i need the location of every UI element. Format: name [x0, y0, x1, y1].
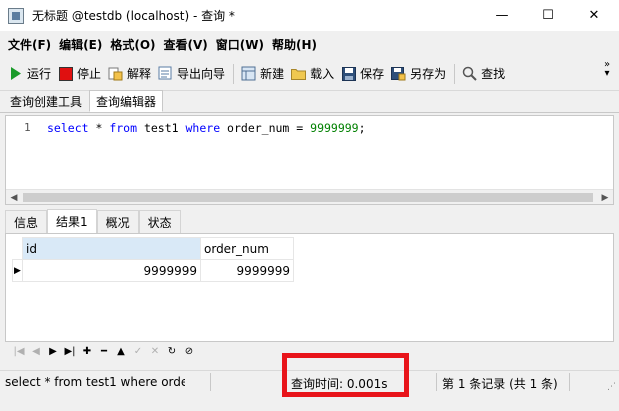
menu-file[interactable]: 文件(F): [4, 36, 55, 53]
find-label: 查找: [481, 67, 506, 81]
tab-query-builder[interactable]: 查询创建工具: [3, 91, 89, 112]
last-record-icon[interactable]: ▶|: [62, 343, 78, 359]
sql-code[interactable]: select * from test1 where order_num = 99…: [47, 121, 366, 135]
result-grid: id order_num ▶ 9999999 9999999: [5, 234, 614, 342]
window-title: 无标题 @testdb (localhost) - 查询 *: [32, 9, 235, 23]
save-as-label: 另存为: [410, 67, 447, 81]
run-button[interactable]: 运行: [5, 62, 54, 86]
resize-grip-icon[interactable]: ⋰: [607, 382, 616, 392]
maximize-button[interactable]: ☐: [525, 0, 571, 31]
save-button[interactable]: 保存: [338, 62, 387, 86]
export-icon: [158, 66, 173, 81]
stop-label: 停止: [77, 67, 102, 81]
toolbar: 运行 停止 解释 导出向导 新建 载入 保存 另存为 查找: [0, 57, 619, 91]
play-icon: [8, 66, 23, 81]
add-record-icon[interactable]: ✚: [79, 343, 95, 359]
sql-text: *: [88, 121, 110, 135]
column-header-id[interactable]: id: [22, 237, 201, 260]
next-record-icon[interactable]: ▶: [45, 343, 61, 359]
first-record-icon[interactable]: |◀: [11, 343, 27, 359]
menu-help[interactable]: 帮助(H): [268, 36, 321, 53]
load-button[interactable]: 载入: [288, 62, 337, 86]
status-sql-text: select * from test1 where order_n: [5, 375, 185, 389]
sql-text: order_num =: [220, 121, 311, 135]
tab-query-editor[interactable]: 查询编辑器: [89, 90, 164, 112]
row-marker-header: [12, 237, 23, 260]
status-record-count: 第 1 条记录 (共 1 条): [442, 377, 558, 391]
menu-edit[interactable]: 编辑(E): [55, 36, 106, 53]
minimize-button[interactable]: —: [479, 0, 525, 31]
sql-keyword: where: [185, 121, 221, 135]
cancel-changes-icon[interactable]: ✕: [147, 343, 163, 359]
title-bar: 无标题 @testdb (localhost) - 查询 * — ☐ ✕: [0, 0, 619, 31]
menu-bar: 文件(F) 编辑(E) 格式(O) 查看(V) 窗口(W) 帮助(H): [0, 31, 619, 57]
save-as-button[interactable]: 另存为: [388, 62, 449, 86]
horizontal-scrollbar[interactable]: ◀ ▶: [6, 189, 613, 204]
scroll-left-icon[interactable]: ◀: [6, 190, 22, 205]
toolbar-overflow-icon[interactable]: » ▾: [601, 60, 613, 79]
edit-record-icon[interactable]: ▲: [113, 343, 129, 359]
sql-text: ;: [358, 121, 366, 135]
cell-order-num[interactable]: 9999999: [200, 259, 294, 282]
folder-icon: [291, 66, 307, 81]
save-as-icon: [391, 66, 406, 81]
stop-icon: [58, 66, 73, 81]
menu-format[interactable]: 格式(O): [106, 36, 159, 53]
search-icon: [462, 66, 477, 81]
header-row: id order_num: [12, 237, 294, 260]
menu-window[interactable]: 窗口(W): [212, 36, 268, 53]
status-divider: [210, 373, 211, 391]
status-divider: [436, 373, 437, 391]
new-label: 新建: [260, 67, 285, 81]
run-label: 运行: [27, 67, 52, 81]
column-header-order-num[interactable]: order_num: [200, 237, 294, 260]
delete-record-icon[interactable]: ━: [96, 343, 112, 359]
save-label: 保存: [360, 67, 385, 81]
sql-text: test1: [137, 121, 186, 135]
stop-refresh-icon[interactable]: ⊘: [181, 343, 197, 359]
tab-result1[interactable]: 结果1: [47, 209, 97, 233]
close-button[interactable]: ✕: [571, 0, 617, 31]
table-row[interactable]: ▶ 9999999 9999999: [12, 259, 294, 282]
line-number: 1: [24, 121, 31, 134]
tab-status[interactable]: 状态: [138, 210, 181, 233]
scrollbar-thumb[interactable]: [23, 193, 593, 202]
sql-keyword: from: [109, 121, 138, 135]
export-wizard-button[interactable]: 导出向导: [155, 62, 228, 86]
export-wizard-label: 导出向导: [177, 67, 226, 81]
current-row-icon: ▶: [12, 259, 23, 282]
highlight-box: [282, 353, 409, 397]
app-icon: [8, 7, 24, 24]
save-icon: [341, 66, 356, 81]
explain-button[interactable]: 解释: [105, 62, 154, 86]
sql-keyword: select: [47, 121, 89, 135]
result-tabs: 信息 结果1 概况 状态: [5, 209, 614, 234]
toolbar-separator: [233, 63, 235, 84]
apply-changes-icon[interactable]: ✓: [130, 343, 146, 359]
sql-editor[interactable]: 1 select * from test1 where order_num = …: [5, 115, 614, 205]
stop-button[interactable]: 停止: [55, 62, 104, 86]
menu-view[interactable]: 查看(V): [160, 36, 212, 53]
tab-profile[interactable]: 概况: [96, 210, 139, 233]
result-table: id order_num ▶ 9999999 9999999: [12, 237, 294, 282]
query-tabs: 查询创建工具 查询编辑器: [0, 90, 619, 113]
explain-label: 解释: [127, 67, 152, 81]
new-button[interactable]: 新建: [238, 62, 287, 86]
sql-number: 9999999: [310, 121, 359, 135]
prev-record-icon[interactable]: ◀: [28, 343, 44, 359]
tab-info[interactable]: 信息: [5, 210, 48, 233]
status-divider: [569, 373, 570, 391]
toolbar-separator: [454, 63, 456, 84]
refresh-icon[interactable]: ↻: [164, 343, 180, 359]
scroll-right-icon[interactable]: ▶: [597, 190, 613, 205]
explain-icon: [108, 66, 123, 81]
new-query-icon: [241, 66, 256, 81]
load-label: 载入: [310, 67, 335, 81]
find-button[interactable]: 查找: [459, 62, 508, 86]
cell-id[interactable]: 9999999: [22, 259, 201, 282]
